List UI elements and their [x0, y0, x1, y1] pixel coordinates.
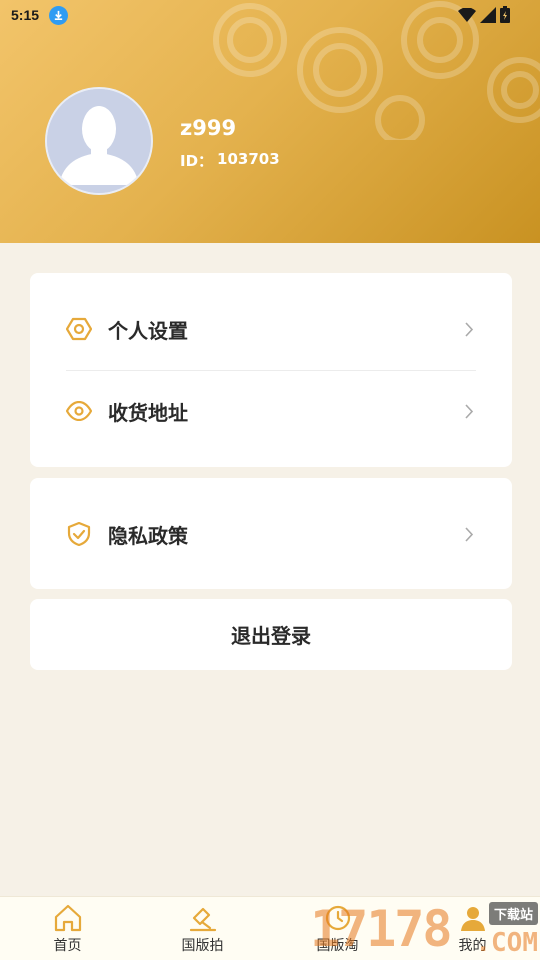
personal-settings-label: 个人设置: [108, 318, 188, 343]
shipping-address-label: 收货地址: [108, 400, 188, 425]
chevron-right-icon: [462, 320, 476, 338]
chevron-right-icon: [462, 402, 476, 420]
privacy-card: 隐私政策: [30, 478, 512, 589]
auction-hammer-icon: [187, 903, 219, 933]
profile-header: 5:15 z999 ID： 103703: [0, 0, 540, 243]
profile-icon: [457, 903, 489, 933]
user-id: ID： 103703: [180, 150, 280, 171]
nav-auction-label: 国版拍: [181, 938, 224, 954]
settings-card: 个人设置 收货地址: [30, 273, 512, 467]
user-id-value: 103703: [217, 150, 280, 168]
default-user-icon: [47, 89, 151, 193]
battery-icon: [500, 6, 510, 23]
nav-home[interactable]: 首页: [0, 897, 135, 960]
location-eye-icon: [66, 398, 92, 424]
status-icons: [458, 6, 510, 23]
nav-home-label: 首页: [53, 938, 82, 954]
shipping-address-row[interactable]: 收货地址: [66, 376, 476, 446]
nav-shop-label: 国版淘: [316, 938, 359, 954]
nav-shop[interactable]: 国版淘: [270, 897, 405, 960]
nav-mine-label: 我的: [458, 938, 487, 954]
nav-mine[interactable]: 我的: [405, 897, 540, 960]
signal-icon: [480, 6, 496, 23]
status-time: 5:15: [11, 7, 40, 23]
privacy-policy-label: 隐私政策: [108, 523, 188, 548]
shop-icon: [322, 903, 354, 933]
logout-button[interactable]: 退出登录: [30, 599, 512, 670]
chevron-right-icon: [462, 525, 476, 543]
user-id-label: ID：: [180, 152, 214, 170]
settings-hexagon-icon: [66, 316, 92, 342]
status-bar: 5:15: [0, 0, 540, 32]
shield-check-icon: [66, 521, 92, 547]
home-icon: [52, 903, 84, 933]
bottom-nav: 首页 国版拍 国版淘 我的: [0, 896, 540, 960]
download-icon: [49, 6, 68, 25]
logout-label: 退出登录: [231, 624, 311, 648]
divider: [66, 370, 476, 371]
username: z999: [180, 116, 237, 140]
avatar[interactable]: [45, 87, 153, 195]
personal-settings-row[interactable]: 个人设置: [66, 294, 476, 364]
wifi-icon: [458, 7, 476, 22]
nav-auction[interactable]: 国版拍: [135, 897, 270, 960]
privacy-policy-row[interactable]: 隐私政策: [66, 499, 476, 569]
